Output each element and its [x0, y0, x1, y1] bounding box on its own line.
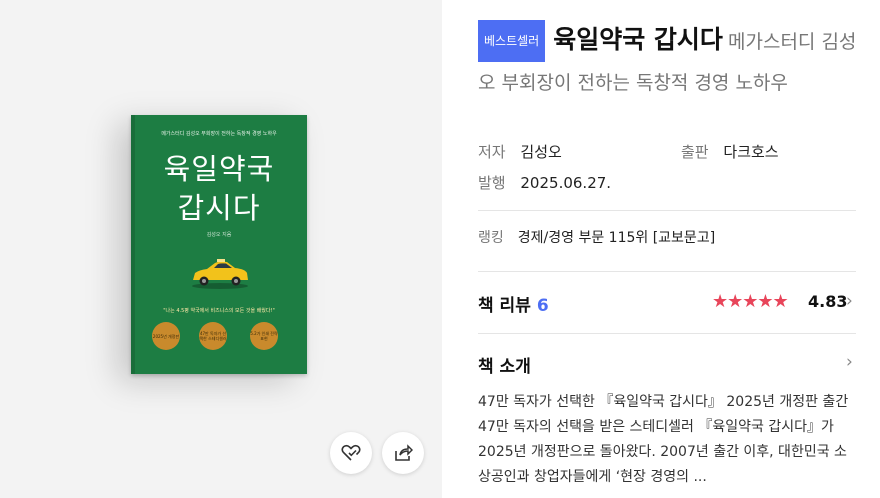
wishlist-button[interactable]	[330, 432, 372, 474]
cover-title-line1: 육일약국	[163, 152, 275, 186]
publisher-link[interactable]: 다크호스	[723, 143, 778, 161]
chevron-right-icon: ›	[846, 352, 853, 372]
cover-quote: "나는 4.5평 약국에서 비즈니스의 모든 것을 배웠다!"	[163, 308, 275, 314]
cover-badge: 2025년 개정판	[152, 322, 180, 350]
rating-stars: ★★★★★	[712, 291, 789, 312]
title-block: 베스트셀러 육일약국 갑시다 메가스터디 김성오 부회장이 전하는 독창적 경영 …	[478, 19, 858, 102]
share-button[interactable]	[382, 432, 424, 474]
ranking-row: 랭킹 경제/경영 부문 115위 [교보문고]	[478, 227, 715, 247]
intro-section-header[interactable]: 책 소개 ›	[478, 352, 858, 377]
share-icon	[395, 444, 413, 461]
book-cover[interactable]: 메가스터디 김성오 부회장이 전하는 독창적 경영 노하우 육일약국 갑시다 김…	[131, 115, 307, 374]
ranking-label: 랭킹	[478, 230, 504, 246]
cover-author: 김성오 지음	[206, 232, 232, 238]
cover-badge: 47만 독자가 선택한 스테디셀러	[199, 322, 227, 350]
heart-check-icon	[341, 444, 361, 461]
publish-date: 2025.06.27.	[520, 174, 612, 192]
cover-badge: 5.2가 인쇄 전략 표현	[250, 322, 278, 350]
author-label: 저자	[478, 143, 506, 161]
date-label: 발행	[478, 174, 506, 192]
publisher-label: 출판	[681, 143, 709, 161]
review-label: 책 리뷰	[478, 296, 531, 316]
intro-text: 47만 독자가 선택한 『육일약국 갑시다』 2025년 개정판 출간 47만 …	[478, 394, 849, 485]
cover-title-line2: 갑시다	[177, 191, 261, 225]
review-section[interactable]: 책 리뷰 6 ★★★★★ 4.83 ›	[478, 291, 858, 316]
book-title: 육일약국 갑시다	[553, 25, 723, 54]
author-link[interactable]: 김성오	[520, 143, 561, 161]
ranking-value[interactable]: 경제/경영 부문 115위 [교보문고]	[518, 230, 715, 246]
bestseller-badge: 베스트셀러	[478, 19, 546, 62]
divider	[478, 210, 856, 211]
cover-tagline: 메가스터디 김성오 부회장이 전하는 독창적 경영 노하우	[161, 131, 277, 137]
divider	[478, 333, 856, 334]
intro-label: 책 소개	[478, 357, 531, 377]
date-row: 발행 2025.06.27.	[478, 172, 611, 193]
author-row: 저자 김성오	[478, 141, 562, 162]
divider	[478, 271, 856, 272]
taxi-illustration	[192, 259, 248, 289]
book-image-panel: 메가스터디 김성오 부회장이 전하는 독창적 경영 노하우 육일약국 갑시다 김…	[0, 0, 442, 498]
review-count: 6	[536, 296, 549, 316]
rating-score: 4.83	[808, 292, 848, 311]
publisher-row: 출판 다크호스	[681, 141, 779, 162]
chevron-right-icon: ›	[846, 291, 853, 311]
